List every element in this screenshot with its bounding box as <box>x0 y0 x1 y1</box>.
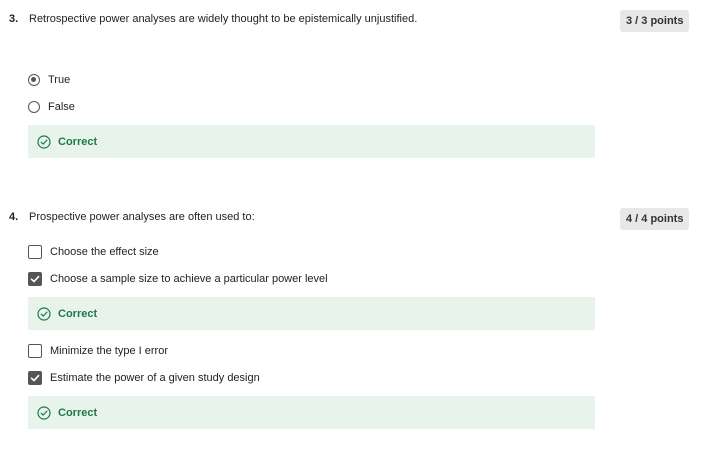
points-badge: 3 / 3 points <box>620 10 690 32</box>
feedback-label: Correct <box>58 406 98 419</box>
feedback-label: Correct <box>58 307 98 320</box>
option-type-i-error[interactable]: Minimize the type I error <box>28 343 168 359</box>
option-false[interactable]: False <box>28 99 75 115</box>
question-number: 4. <box>9 211 19 223</box>
option-sample-size[interactable]: Choose a sample size to achieve a partic… <box>28 271 328 287</box>
checkbox-icon[interactable] <box>28 245 42 259</box>
checkbox-checked-icon[interactable] <box>28 272 42 286</box>
feedback-label: Correct <box>58 135 98 148</box>
correct-feedback: Correct <box>28 297 595 330</box>
check-circle-icon <box>37 134 51 149</box>
option-label: Minimize the type I error <box>50 345 168 357</box>
correct-feedback: Correct <box>28 125 595 158</box>
checkbox-icon[interactable] <box>28 344 42 358</box>
question-number: 3. <box>9 13 19 25</box>
question-text: Retrospective power analyses are widely … <box>29 13 418 25</box>
option-label: Estimate the power of a given study desi… <box>50 372 260 384</box>
option-label: False <box>48 101 75 113</box>
option-estimate-power[interactable]: Estimate the power of a given study desi… <box>28 370 260 386</box>
radio-selected-icon[interactable] <box>28 74 40 86</box>
checkbox-checked-icon[interactable] <box>28 371 42 385</box>
check-circle-icon <box>37 306 51 321</box>
question-text: Prospective power analyses are often use… <box>29 211 255 223</box>
option-label: Choose a sample size to achieve a partic… <box>50 273 328 285</box>
check-circle-icon <box>37 405 51 420</box>
option-true[interactable]: True <box>28 72 70 88</box>
points-badge: 4 / 4 points <box>620 208 690 230</box>
radio-icon[interactable] <box>28 101 40 113</box>
option-label: Choose the effect size <box>50 246 159 258</box>
option-label: True <box>48 74 71 86</box>
option-effect-size[interactable]: Choose the effect size <box>28 244 159 260</box>
correct-feedback: Correct <box>28 396 595 429</box>
